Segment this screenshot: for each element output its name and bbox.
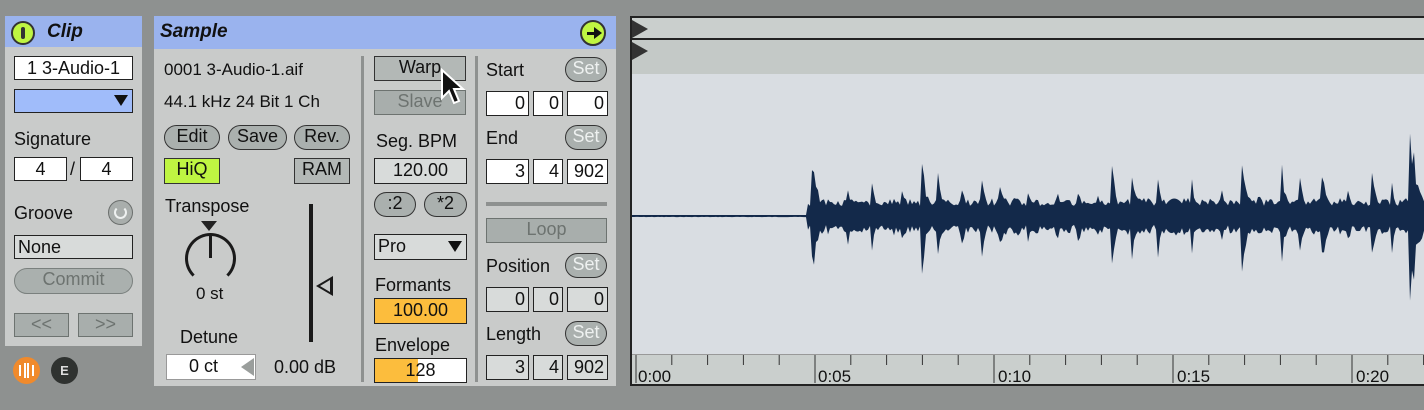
nudge-forward-button[interactable]: >>: [78, 313, 133, 337]
timeline-label-1: 0:05: [818, 367, 852, 386]
envelope-value: 128: [405, 360, 436, 380]
position-bar-field[interactable]: 0: [486, 287, 529, 312]
mouse-cursor-icon: [441, 68, 466, 105]
envelope-toggle-label: E: [60, 363, 69, 378]
detune-label: Detune: [180, 327, 239, 347]
timeline-label-2: 0:10: [998, 367, 1032, 386]
end-sixteenth-field[interactable]: 902: [567, 159, 608, 184]
reverse-button[interactable]: Rev.: [294, 125, 350, 150]
transpose-marker-icon: [201, 221, 217, 231]
length-bar-field[interactable]: 3: [486, 355, 529, 380]
signature-separator: /: [70, 159, 76, 179]
commit-button[interactable]: Commit: [14, 268, 133, 294]
end-bar-field[interactable]: 3: [486, 159, 529, 184]
arrow-right-head: [594, 27, 602, 39]
start-beat-field[interactable]: 0: [533, 91, 563, 116]
formants-label: Formants: [375, 275, 452, 295]
start-set-button[interactable]: Set: [565, 57, 607, 82]
waveform[interactable]: [632, 74, 1424, 360]
refresh-icon: [114, 206, 127, 219]
timeline-label-0: 0:00: [638, 367, 672, 386]
save-button[interactable]: Save: [228, 125, 287, 150]
seg-bpm-label: Seg. BPM: [376, 131, 458, 151]
end-set-button[interactable]: Set: [565, 125, 607, 150]
divider: [475, 56, 478, 382]
start-marker-lane[interactable]: [632, 18, 1424, 40]
chevron-down-icon: [448, 241, 462, 252]
groove-hot-swap-button[interactable]: [108, 200, 133, 225]
separator-line: [486, 202, 607, 206]
start-bar-field[interactable]: 0: [486, 91, 529, 116]
start-label: Start: [486, 60, 525, 80]
sample-fileinfo: 44.1 kHz 24 Bit 1 Ch: [164, 92, 320, 111]
chevron-down-icon: [114, 95, 128, 106]
transpose-knob[interactable]: [185, 233, 236, 284]
position-beat-field[interactable]: 0: [533, 287, 563, 312]
length-sixteenth-field[interactable]: 902: [567, 355, 608, 380]
groove-label: Groove: [14, 203, 74, 223]
loop-start-marker-icon[interactable]: [632, 42, 648, 60]
half-tempo-button[interactable]: :2: [374, 192, 416, 217]
position-label: Position: [486, 256, 551, 276]
timeline-label-3: 0:15: [1177, 367, 1211, 386]
warp-mode-value: Pro: [378, 236, 407, 256]
loop-button[interactable]: Loop: [486, 218, 607, 243]
sample-title: Sample: [160, 21, 228, 42]
hiq-button[interactable]: HiQ: [164, 158, 220, 184]
start-sixteenth-field[interactable]: 0: [567, 91, 608, 116]
signature-denominator-field[interactable]: 4: [80, 157, 133, 181]
gain-slider-track[interactable]: [309, 204, 313, 342]
divider: [361, 56, 364, 382]
edit-button[interactable]: Edit: [164, 125, 220, 150]
warp-mode-dropdown[interactable]: Pro: [374, 234, 467, 260]
envelope-view-toggle[interactable]: E: [51, 357, 78, 384]
loop-brace-lane[interactable]: [632, 40, 1424, 74]
sample-view-toggle[interactable]: [13, 357, 40, 384]
detune-arrow-icon: [241, 358, 254, 376]
start-marker-icon[interactable]: [632, 20, 648, 38]
waveform-icon-mid: [24, 363, 29, 378]
transpose-value: 0 st: [196, 284, 224, 303]
nudge-back-button[interactable]: <<: [14, 313, 69, 337]
clip-name-field[interactable]: 1 3-Audio-1: [14, 56, 133, 80]
clip-title: Clip: [47, 21, 83, 42]
position-sixteenth-field[interactable]: 0: [567, 287, 608, 312]
transpose-label: Transpose: [165, 196, 250, 216]
knob-pointer: [209, 234, 212, 258]
formants-field[interactable]: 100.00: [374, 298, 467, 324]
sample-display[interactable]: 0:00 0:05 0:10 0:15 0:20: [630, 16, 1424, 386]
groove-field[interactable]: None: [14, 235, 133, 259]
clip-color-dropdown[interactable]: [14, 89, 133, 113]
length-label: Length: [486, 324, 542, 344]
end-label: End: [486, 128, 519, 148]
gain-value: 0.00 dB: [274, 357, 337, 377]
sample-header: Sample: [154, 16, 616, 49]
gain-slider-handle[interactable]: [316, 276, 333, 296]
envelope-field[interactable]: 128: [374, 358, 467, 383]
length-beat-field[interactable]: 4: [533, 355, 563, 380]
seg-bpm-field[interactable]: 120.00: [374, 158, 467, 184]
detune-value: 0 ct: [189, 356, 219, 376]
signature-numerator-field[interactable]: 4: [14, 157, 67, 181]
clip-activator-button[interactable]: [11, 21, 35, 45]
detune-field[interactable]: 0 ct: [166, 354, 256, 380]
end-beat-field[interactable]: 4: [533, 159, 563, 184]
length-set-button[interactable]: Set: [565, 321, 607, 346]
signature-label: Signature: [14, 129, 92, 149]
ram-button[interactable]: RAM: [294, 158, 350, 184]
sample-navigate-button[interactable]: [580, 20, 606, 46]
timeline-label-4: 0:20: [1356, 367, 1390, 386]
double-tempo-button[interactable]: *2: [424, 192, 467, 217]
envelope-label: Envelope: [375, 335, 451, 355]
power-icon: [21, 27, 25, 39]
position-set-button[interactable]: Set: [565, 253, 607, 278]
sample-filename: 0001 3-Audio-1.aif: [164, 60, 303, 79]
